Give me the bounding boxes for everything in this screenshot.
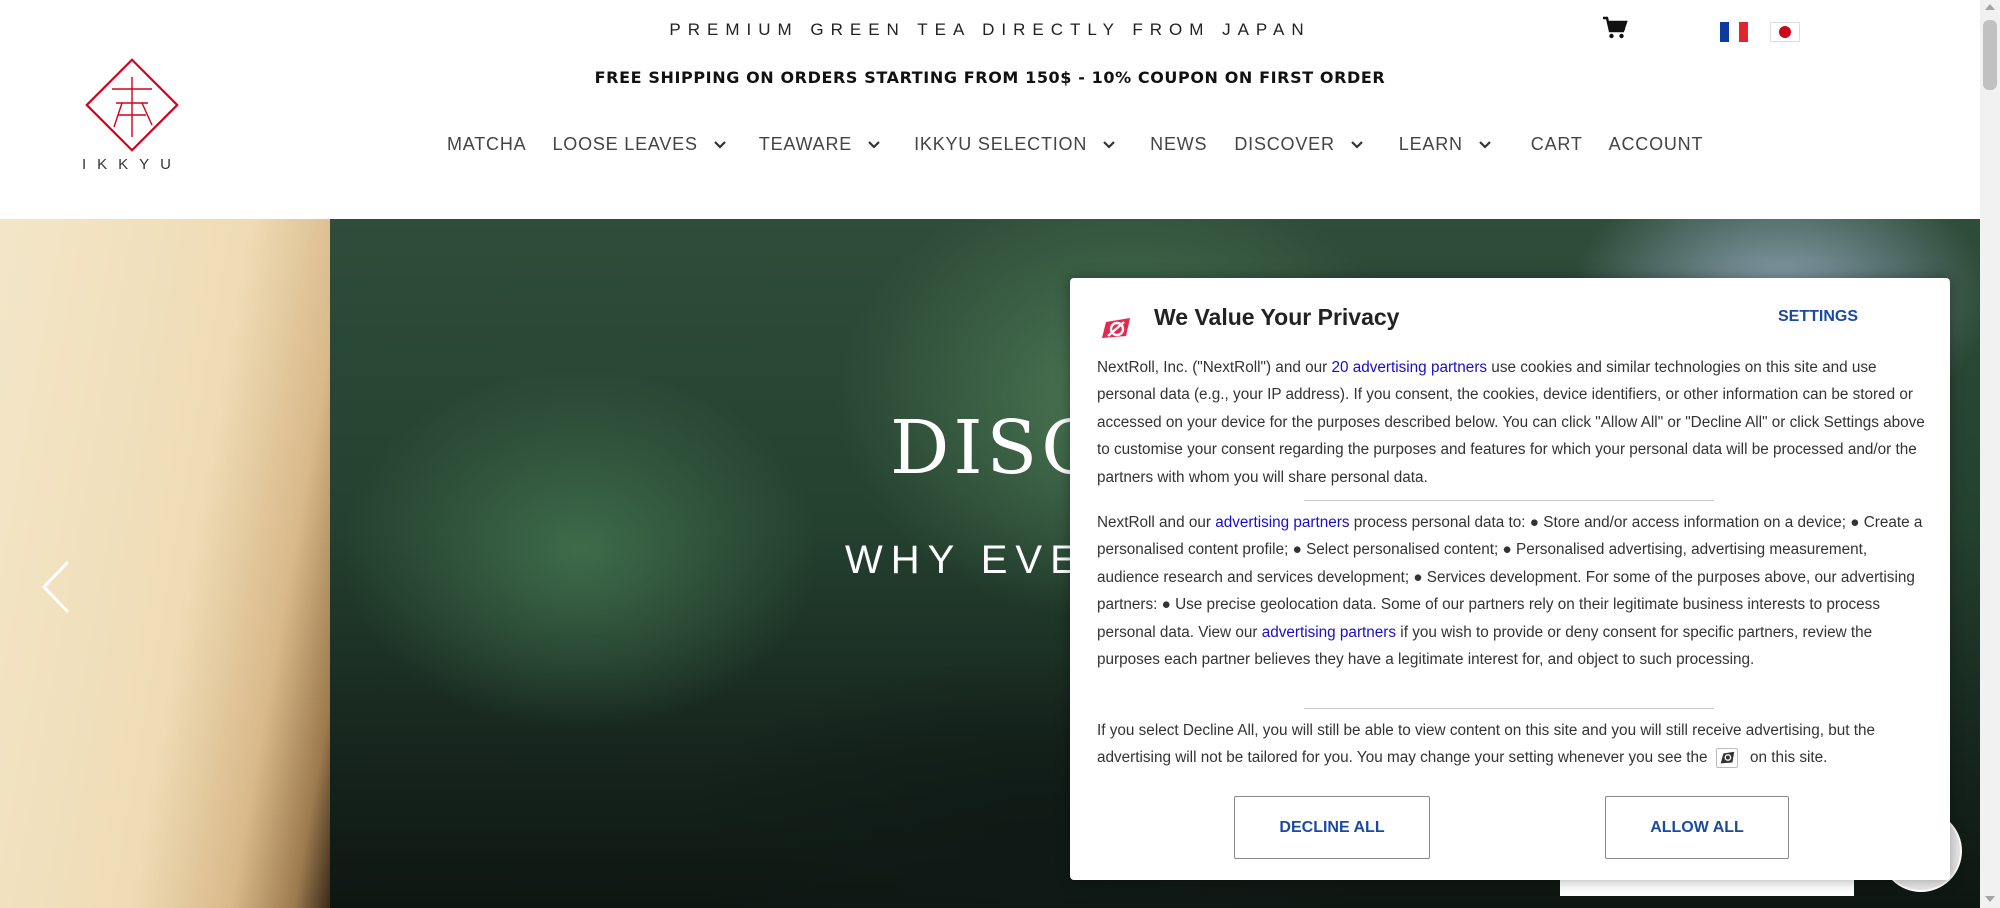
nextroll-settings-icon — [1715, 748, 1738, 769]
allow-all-button[interactable]: ALLOW ALL — [1605, 796, 1789, 859]
nav-teaware[interactable]: TEAWARE — [759, 134, 882, 155]
nav-learn[interactable]: LEARN — [1399, 134, 1493, 155]
text-segment: NextRoll and our — [1097, 514, 1216, 531]
tagline: PREMIUM GREEN TEA DIRECTLY FROM JAPAN — [669, 20, 1311, 39]
french-flag-icon[interactable] — [1720, 22, 1748, 42]
nav-label: ACCOUNT — [1608, 133, 1704, 154]
scroll-up-icon[interactable] — [1985, 4, 1995, 10]
chevron-down-icon — [714, 141, 726, 149]
page-scrollbar[interactable] — [1980, 0, 2000, 908]
consent-decline-info-text: If you select Decline All, you will stil… — [1097, 717, 1927, 772]
nav-ikkyu-selection[interactable]: IKKYU SELECTION — [914, 134, 1117, 155]
nav-loose-leaves[interactable]: LOOSE LEAVES — [552, 134, 727, 155]
carousel-prev-icon[interactable] — [38, 558, 74, 616]
nextroll-logo-icon — [1102, 318, 1130, 338]
advertising-partners-link[interactable]: advertising partners — [1215, 514, 1349, 531]
nav-label: NEWS — [1150, 133, 1208, 154]
consent-purposes-text: NextRoll and our advertising partners pr… — [1097, 509, 1927, 673]
advertising-partners-link[interactable]: advertising partners — [1262, 624, 1396, 641]
nav-discover[interactable]: DISCOVER — [1234, 134, 1364, 155]
text-segment: NextRoll, Inc. ("NextRoll") and our — [1097, 359, 1332, 376]
privacy-consent-dialog: We Value Your Privacy SETTINGS NextRoll,… — [1070, 278, 1950, 880]
nav-label: IKKYU SELECTION — [914, 133, 1088, 154]
nav-label: CART — [1530, 133, 1583, 154]
logo-wordmark: IKKYU — [81, 156, 182, 173]
scrollbar-thumb[interactable] — [1983, 20, 1997, 90]
nav-label: LOOSE LEAVES — [552, 133, 698, 154]
japanese-flag-icon[interactable] — [1770, 22, 1800, 42]
nav-label: LEARN — [1398, 133, 1463, 154]
decline-all-button[interactable]: DECLINE ALL — [1234, 796, 1430, 859]
nav-cart[interactable]: CART — [1531, 134, 1583, 155]
chevron-down-icon — [868, 141, 880, 149]
cart-icon[interactable] — [1602, 16, 1628, 40]
divider — [1304, 500, 1714, 501]
settings-button[interactable]: SETTINGS — [1778, 308, 1858, 326]
hero-subtitle: WHY EVE — [845, 538, 1085, 582]
scroll-down-icon[interactable] — [1985, 896, 1995, 902]
chevron-down-icon — [1479, 141, 1491, 149]
nav-label: MATCHA — [447, 133, 527, 154]
text-segment: process personal data to: ● Store and/or… — [1097, 514, 1923, 641]
divider — [1304, 708, 1714, 709]
text-segment: on this site. — [1745, 749, 1828, 767]
nav-matcha[interactable]: MATCHA — [447, 134, 526, 155]
consent-title: We Value Your Privacy — [1154, 304, 1400, 330]
nav-account[interactable]: ACCOUNT — [1609, 134, 1704, 155]
chevron-down-icon — [1350, 141, 1363, 149]
consent-intro-text: NextRoll, Inc. ("NextRoll") and our 20 a… — [1097, 354, 1927, 491]
nav-news[interactable]: NEWS — [1150, 134, 1207, 155]
main-nav: MATCHA LOOSE LEAVES TEAWARE IKKYU SELECT… — [447, 132, 1703, 156]
nav-label: TEAWARE — [758, 133, 853, 154]
advertising-partners-link[interactable]: 20 advertising partners — [1331, 359, 1487, 376]
chevron-down-icon — [1103, 141, 1115, 149]
text-segment: use cookies and similar technologies on … — [1097, 359, 1925, 486]
shipping-banner: FREE SHIPPING ON ORDERS STARTING FROM 15… — [594, 68, 1386, 87]
nav-label: DISCOVER — [1234, 133, 1335, 154]
